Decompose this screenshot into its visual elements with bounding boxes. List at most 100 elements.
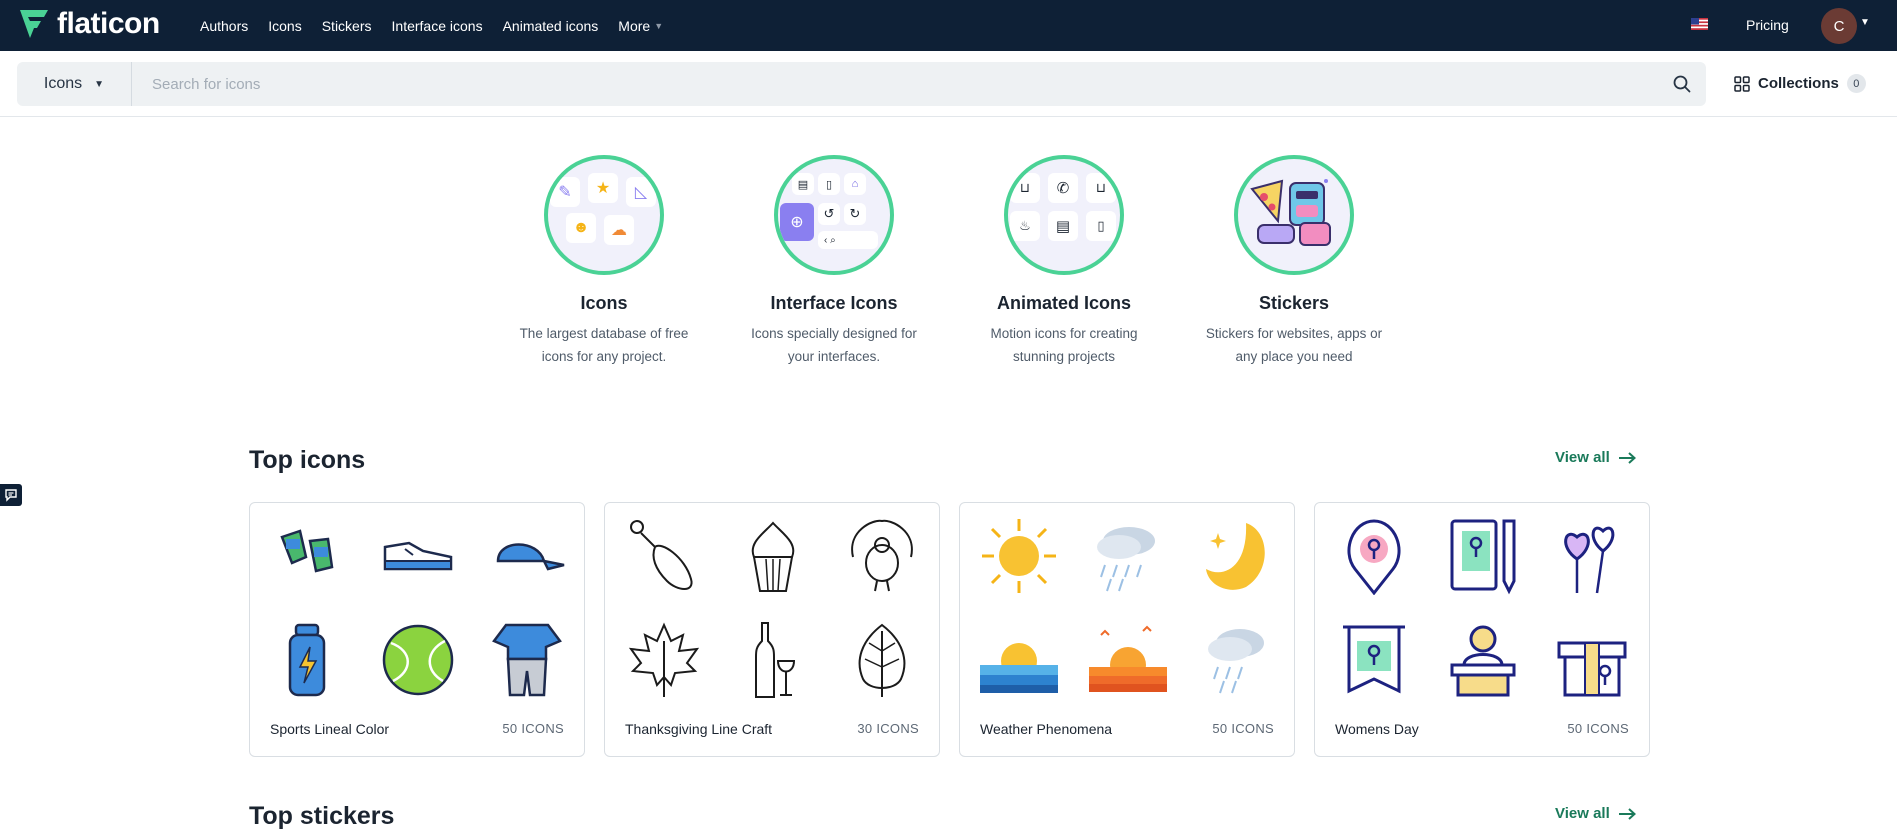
category-interface-icons[interactable]: ▤ ▯ ⌂ ⊕ ↺ ↻ ‹ ⌕ Interface Icons Icons sp… bbox=[739, 155, 929, 368]
us-flag-icon[interactable] bbox=[1691, 18, 1708, 30]
category-animated-icons[interactable]: ⊔ ✆ ⊔ ♨ ▤ ▯ Animated Icons Motion icons … bbox=[969, 155, 1159, 368]
category-description: Motion icons for creating stunning proje… bbox=[990, 326, 1138, 364]
chevron-down-icon: ▼ bbox=[654, 20, 664, 31]
chat-icon: ▤ bbox=[792, 173, 814, 195]
category-title: Stickers bbox=[1258, 293, 1330, 313]
add-icon: ⊕ bbox=[780, 203, 814, 241]
leaf-icon bbox=[858, 623, 906, 697]
heart-balloons-icon bbox=[1564, 526, 1615, 594]
search-input[interactable] bbox=[132, 62, 1658, 106]
pack-card-sports-lineal-color[interactable]: Sports Lineal Color 50 ICONS bbox=[249, 502, 585, 757]
category-stickers[interactable]: Stickers Stickers for websites, apps or … bbox=[1199, 155, 1389, 368]
resource-type-label: Icons bbox=[43, 75, 83, 92]
avatar-letter: C bbox=[1833, 17, 1845, 35]
pack-icon-count: 30 ICONS bbox=[857, 721, 919, 736]
sneaker-icon bbox=[383, 541, 453, 571]
turkey-icon bbox=[851, 519, 913, 592]
pack-icon-count: 50 ICONS bbox=[1567, 721, 1629, 736]
view-all-label: View all bbox=[1555, 449, 1610, 466]
tennis-ball-icon bbox=[382, 624, 454, 696]
search-icon bbox=[1673, 75, 1691, 93]
sunrise-sea-icon bbox=[980, 643, 1058, 693]
bookmark-icon: ▯ bbox=[818, 173, 840, 195]
collections-button[interactable]: Collections 0 bbox=[1734, 74, 1866, 93]
cap-icon bbox=[496, 543, 565, 571]
banner-icon bbox=[1343, 625, 1405, 694]
top-nav: flaticon Authors Icons Stickers Interfac… bbox=[0, 0, 1897, 51]
pack-icon-count: 50 ICONS bbox=[1212, 721, 1274, 736]
avatar[interactable]: C bbox=[1821, 8, 1857, 44]
clipboard-icon: ▤ bbox=[1048, 211, 1078, 241]
undo-icon: ↺ bbox=[818, 203, 840, 225]
home-icon: ⌂ bbox=[844, 173, 866, 195]
pack-card-womens-day[interactable]: Womens Day 50 ICONS bbox=[1314, 502, 1650, 757]
sun-icon bbox=[982, 519, 1056, 593]
sunset-icon bbox=[1089, 625, 1167, 692]
category-title: Animated Icons bbox=[996, 293, 1132, 313]
nav-links: Authors Icons Stickers Interface icons A… bbox=[200, 0, 663, 51]
maple-leaf-icon bbox=[628, 622, 700, 697]
ruler-icon: ◺ bbox=[626, 177, 656, 207]
category-title: Icons bbox=[580, 293, 628, 313]
pricing-link[interactable]: Pricing bbox=[1746, 17, 1789, 33]
pack-icon-grid bbox=[1335, 517, 1631, 705]
category-icons-illustration: ✎ ★ ◺ ☻ ☁ bbox=[544, 155, 664, 275]
category-description: Stickers for websites, apps or any place… bbox=[1205, 326, 1383, 364]
drumstick-icon bbox=[630, 520, 693, 590]
top-icons-view-all-link[interactable]: View all bbox=[1555, 449, 1636, 466]
cart-icon: ⊔ bbox=[1086, 173, 1116, 203]
pack-name: Womens Day bbox=[1335, 721, 1419, 737]
pen-icon: ✎ bbox=[550, 177, 580, 207]
search-button[interactable] bbox=[1658, 62, 1706, 106]
collections-label: Collections bbox=[1758, 75, 1839, 92]
rain-cloud-icon bbox=[1097, 527, 1155, 592]
feedback-button[interactable] bbox=[0, 484, 22, 506]
star-icon: ★ bbox=[588, 173, 618, 203]
nav-link-authors[interactable]: Authors bbox=[200, 18, 248, 34]
arrow-right-icon bbox=[1618, 451, 1636, 464]
speaker-podium-icon bbox=[1450, 625, 1516, 697]
category-icons[interactable]: ✎ ★ ◺ ☻ ☁ Icons The largest database of … bbox=[509, 155, 699, 368]
gloves-icon bbox=[280, 529, 334, 573]
top-icons-heading: Top icons bbox=[249, 446, 366, 474]
top-stickers-view-all-link[interactable]: View all bbox=[1555, 805, 1636, 822]
nav-more-menu[interactable]: More ▼ bbox=[618, 18, 663, 34]
grid-icon bbox=[1734, 75, 1750, 92]
pack-icon-grid bbox=[980, 517, 1276, 705]
view-all-label: View all bbox=[1555, 805, 1610, 822]
location-pin-icon bbox=[1347, 519, 1401, 595]
nav-link-stickers[interactable]: Stickers bbox=[322, 18, 372, 34]
cloud-sun-icon: ☁ bbox=[604, 215, 634, 245]
sticker-collage-icon bbox=[1250, 179, 1331, 246]
category-interface-icons-illustration: ▤ ▯ ⌂ ⊕ ↺ ↻ ‹ ⌕ bbox=[774, 155, 894, 275]
nav-link-icons[interactable]: Icons bbox=[268, 18, 301, 34]
arrow-right-icon bbox=[1618, 807, 1636, 820]
collections-count-badge: 0 bbox=[1846, 74, 1866, 93]
pack-icon-count: 50 ICONS bbox=[502, 721, 564, 736]
cupcake-icon bbox=[751, 521, 795, 592]
search-row: Icons ▼ Collections 0 bbox=[0, 51, 1897, 117]
nav-more-label: More bbox=[618, 17, 651, 34]
pack-icon-grid bbox=[625, 517, 921, 705]
redo-icon: ↻ bbox=[844, 203, 866, 225]
chevron-down-icon[interactable]: ▼ bbox=[1860, 17, 1870, 28]
basket-icon: ⊔ bbox=[1010, 173, 1040, 203]
notebook-pen-icon bbox=[1450, 519, 1516, 595]
smiley-icon: ☻ bbox=[566, 213, 596, 243]
category-animated-icons-illustration: ⊔ ✆ ⊔ ♨ ▤ ▯ bbox=[1004, 155, 1124, 275]
flaticon-logo[interactable]: flaticon bbox=[17, 7, 160, 41]
pack-card-weather-phenomena[interactable]: Weather Phenomena 50 ICONS bbox=[959, 502, 1295, 757]
category-description: The largest database of free icons for a… bbox=[519, 326, 689, 364]
nav-link-animated-icons[interactable]: Animated icons bbox=[503, 18, 599, 34]
nav-link-interface-icons[interactable]: Interface icons bbox=[392, 18, 483, 34]
category-description: Icons specially designed for your interf… bbox=[751, 326, 917, 364]
category-stickers-illustration bbox=[1234, 155, 1354, 275]
pack-name: Sports Lineal Color bbox=[270, 721, 390, 737]
pack-card-thanksgiving-line-craft[interactable]: Thanksgiving Line Craft 30 ICONS bbox=[604, 502, 940, 757]
phone-icon: ✆ bbox=[1048, 173, 1078, 203]
logo-text: flaticon bbox=[57, 7, 160, 40]
drizzle-cloud-icon bbox=[1208, 629, 1264, 694]
cup-icon: ♨ bbox=[1010, 211, 1040, 241]
resource-type-select[interactable]: Icons ▼ bbox=[17, 62, 132, 106]
water-bottle-icon bbox=[288, 623, 326, 697]
